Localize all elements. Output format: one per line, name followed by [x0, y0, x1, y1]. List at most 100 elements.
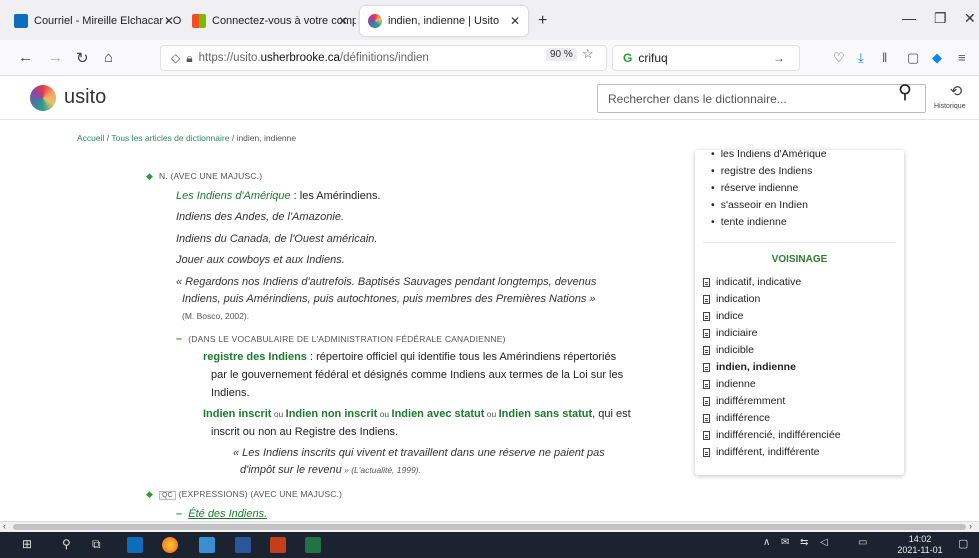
- voisinage-item[interactable]: indiciaire: [703, 327, 757, 339]
- taskbar-clock[interactable]: 14:02 2021-11-01: [896, 534, 944, 556]
- entry-content: ◆ N. (AVEC UNE MAJUSC.) Les Indiens d'Am…: [0, 150, 690, 520]
- diamond-icon: ◆: [146, 489, 153, 499]
- breadcrumb-home[interactable]: Accueil: [77, 133, 104, 143]
- outlook-icon: [14, 14, 28, 28]
- tray-keyboard-icon[interactable]: ▭: [858, 537, 867, 548]
- new-tab-icon[interactable]: +: [538, 12, 547, 30]
- home-icon[interactable]: ⌂: [104, 49, 113, 66]
- expressions-header: ◆ QC (EXPRESSIONS) (AVEC UNE MAJUSC.): [146, 489, 343, 500]
- site-header: usito Rechercher dans le dictionnaire...…: [0, 76, 979, 120]
- browser-tab-microsoft[interactable]: Connectez-vous à votre compte ✕: [184, 6, 356, 36]
- shield-icon: ◇: [171, 51, 181, 65]
- close-tab-icon[interactable]: ✕: [164, 14, 174, 28]
- expression-line: – Été des Indiens.: [176, 508, 268, 520]
- term-registre[interactable]: registre des Indiens: [203, 351, 307, 363]
- history-icon[interactable]: ⟲: [939, 82, 973, 100]
- divider: [703, 242, 896, 243]
- document-icon: [703, 413, 710, 423]
- close-tab-icon[interactable]: ✕: [510, 14, 520, 28]
- browser-search-field[interactable]: G crifuq →: [612, 45, 800, 71]
- history-label[interactable]: Historique: [934, 103, 966, 110]
- reload-icon[interactable]: ↻: [76, 49, 89, 67]
- close-window-icon[interactable]: ✕: [964, 10, 976, 27]
- back-icon[interactable]: ←: [18, 49, 33, 66]
- voisinage-item[interactable]: indication: [703, 293, 760, 305]
- notifications-icon[interactable]: ▢: [958, 537, 968, 550]
- lock-icon: 🔒︎: [186, 50, 193, 65]
- voisinage-item[interactable]: indienne: [703, 378, 756, 390]
- document-icon: [703, 447, 710, 457]
- scroll-right-icon[interactable]: ›: [969, 521, 972, 531]
- voisinage-item[interactable]: indicatif, indicative: [703, 276, 801, 288]
- voisinage-item[interactable]: indifférencié, indifférenciée: [703, 429, 841, 441]
- tray-volume-icon[interactable]: ◁: [820, 537, 828, 548]
- term-indien-sans-statut[interactable]: Indien sans statut: [499, 408, 593, 420]
- definition-line: par le gouvernement fédéral et désignés …: [211, 369, 624, 381]
- voisinage-item[interactable]: indice: [703, 310, 743, 322]
- browser-tab-outlook[interactable]: Courriel - Mireille Elchacar - Ou ✕: [6, 6, 182, 36]
- menu-icon[interactable]: ≡: [958, 50, 966, 65]
- term-indien-inscrit[interactable]: Indien inscrit: [203, 408, 271, 420]
- quote-line: Indiens, puis Amérindiens, puis autochto…: [182, 293, 596, 305]
- tray-mail-icon[interactable]: ✉: [781, 537, 789, 548]
- file-explorer-icon[interactable]: [199, 537, 215, 553]
- diamond-icon: ◆: [146, 171, 153, 181]
- related-item[interactable]: • s'asseoir en Indien: [711, 199, 808, 211]
- related-item[interactable]: • tente indienne: [711, 216, 787, 228]
- example-line: Indiens des Andes, de l'Amazonie.: [176, 211, 345, 223]
- definition-line: inscrit ou non au Registre des Indiens.: [211, 426, 399, 438]
- term-indien-non-inscrit[interactable]: Indien non inscrit: [286, 408, 378, 420]
- breadcrumb-current: indien, indienne: [236, 133, 297, 143]
- logo-text[interactable]: usito: [64, 86, 106, 109]
- search-go-icon[interactable]: →: [773, 51, 785, 65]
- firefox-app-icon[interactable]: [162, 537, 178, 553]
- bookmark-star-icon[interactable]: ☆: [582, 46, 594, 62]
- voisinage-item[interactable]: indifféremment: [703, 395, 785, 407]
- related-item[interactable]: • réserve indienne: [711, 182, 798, 194]
- related-item[interactable]: • les Indiens d'Amérique: [711, 150, 827, 160]
- voisinage-item-current[interactable]: indien, indienne: [703, 361, 796, 373]
- voisinage-item[interactable]: indicible: [703, 344, 754, 356]
- word-app-icon[interactable]: [235, 537, 251, 553]
- search-engine-icon: G: [623, 51, 633, 65]
- taskbar: ⊞ ⚲ ⧉ ∧ ✉ ⇆ ◁ ▭ 14:02 2021-11-01 ▢: [0, 532, 979, 558]
- search-icon[interactable]: ⚲: [62, 537, 71, 551]
- voisinage-item[interactable]: indifférence: [703, 412, 770, 424]
- restore-icon[interactable]: ❐: [934, 10, 947, 27]
- task-view-icon[interactable]: ⧉: [92, 537, 101, 552]
- windows-start-icon[interactable]: ⊞: [22, 537, 32, 551]
- library-icon[interactable]: ‖: [882, 50, 887, 65]
- quote-line: « Regardons nos Indiens d'autrefois. Bap…: [176, 276, 597, 288]
- dictionary-search-input[interactable]: Rechercher dans le dictionnaire...: [597, 84, 926, 113]
- tray-chevron-icon[interactable]: ∧: [763, 537, 770, 548]
- usito-logo-icon[interactable]: [30, 85, 56, 111]
- sidebar-icon[interactable]: ▢: [907, 50, 919, 66]
- document-icon: [703, 379, 710, 389]
- browser-tab-usito[interactable]: indien, indienne | Usito ✕: [360, 6, 528, 36]
- extension-icon[interactable]: ◆: [932, 50, 942, 66]
- example-line: Les Indiens d'Amérique : les Amérindiens…: [176, 190, 381, 202]
- outlook-app-icon[interactable]: [127, 537, 143, 553]
- scroll-left-icon[interactable]: ‹: [3, 521, 6, 531]
- horizontal-scrollbar[interactable]: ‹ ›: [0, 521, 979, 532]
- voisinage-item[interactable]: indifférent, indifférente: [703, 446, 820, 458]
- related-item[interactable]: • registre des Indiens: [711, 165, 812, 177]
- scrollbar-thumb[interactable]: [13, 524, 966, 530]
- excel-app-icon[interactable]: [305, 537, 321, 553]
- close-tab-icon[interactable]: ✕: [338, 14, 348, 28]
- zoom-level[interactable]: 90 %: [546, 48, 577, 61]
- breadcrumb-all-articles[interactable]: Tous les articles de dictionnaire: [111, 133, 229, 143]
- address-bar[interactable]: ◇ 🔒︎ https://usito.usherbrooke.ca/défini…: [160, 45, 607, 71]
- term-indien-avec-statut[interactable]: Indien avec statut: [392, 408, 485, 420]
- voisinage-title: VOISINAGE: [771, 254, 828, 265]
- document-icon: [703, 311, 710, 321]
- powerpoint-app-icon[interactable]: [270, 537, 286, 553]
- document-icon: [703, 362, 710, 372]
- definition-line: Indiens.: [211, 387, 250, 399]
- download-icon[interactable]: ⤓: [858, 50, 864, 66]
- tray-network-icon[interactable]: ⇆: [800, 537, 808, 548]
- forward-icon[interactable]: →: [48, 49, 63, 66]
- pocket-icon[interactable]: ♡: [833, 50, 845, 66]
- search-icon[interactable]: ⚲: [898, 81, 912, 104]
- minimize-icon[interactable]: —: [902, 10, 916, 26]
